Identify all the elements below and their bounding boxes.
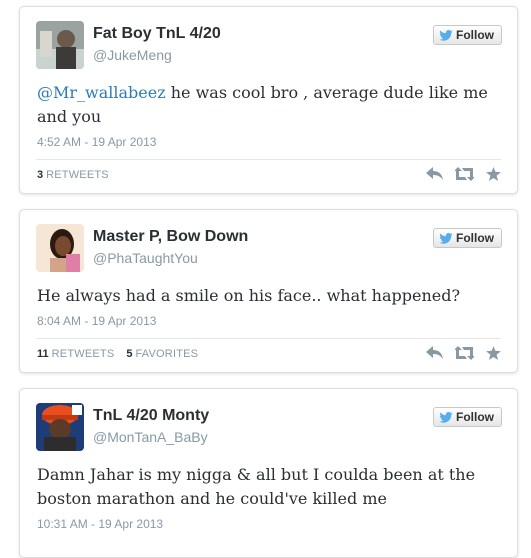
tweet-card: Master P, Bow Down @PhaTaughtYou Follow … [19, 209, 518, 373]
follow-button[interactable]: Follow [433, 407, 502, 427]
display-name[interactable]: TnL 4/20 Monty [93, 407, 209, 425]
follow-label: Follow [456, 28, 494, 42]
twitter-bird-icon [439, 411, 453, 423]
tweet-card: Fat Boy TnL 4/20 @JukeMeng Follow @Mr_wa… [19, 6, 518, 194]
tweet-card: TnL 4/20 Monty @MonTanA_BaBy Follow Damn… [19, 388, 518, 558]
username[interactable]: @PhaTaughtYou [93, 250, 198, 266]
retweets-stat[interactable]: 3 RETWEETS [37, 169, 109, 181]
timestamp[interactable]: 10:31 AM - 19 Apr 2013 [37, 517, 163, 531]
divider [36, 159, 501, 160]
mention-link[interactable]: @Mr_wallabeez [37, 83, 166, 102]
retweet-icon[interactable] [455, 346, 474, 360]
twitter-bird-icon [439, 29, 453, 41]
tweet-stats: 3 RETWEETS [37, 169, 109, 181]
display-name[interactable]: Fat Boy TnL 4/20 [93, 25, 221, 43]
follow-label: Follow [456, 231, 494, 245]
divider [36, 338, 501, 339]
tweet-text: Damn Jahar is my nigga & all but I could… [37, 465, 476, 508]
favorite-star-icon[interactable] [486, 167, 501, 181]
follow-button[interactable]: Follow [433, 228, 502, 248]
retweet-icon[interactable] [455, 167, 474, 181]
tweet-text: @Mr_wallabeez he was cool bro , average … [37, 81, 501, 129]
tweet-actions [426, 346, 501, 360]
tweet-text: He always had a smile on his face.. what… [37, 286, 461, 305]
follow-label: Follow [456, 410, 494, 424]
retweets-stat[interactable]: 11 RETWEETS [37, 348, 114, 360]
timestamp[interactable]: 4:52 AM - 19 Apr 2013 [37, 135, 156, 149]
twitter-bird-icon [439, 232, 453, 244]
favorites-stat[interactable]: 5 FAVORITES [126, 348, 198, 360]
avatar[interactable] [36, 224, 84, 272]
avatar[interactable] [36, 403, 84, 451]
username[interactable]: @JukeMeng [93, 47, 172, 63]
display-name[interactable]: Master P, Bow Down [93, 228, 248, 246]
reply-icon[interactable] [426, 346, 443, 360]
tweet-stats: 11 RETWEETS 5 FAVORITES [37, 348, 198, 360]
avatar[interactable] [36, 21, 84, 69]
timestamp[interactable]: 8:04 AM - 19 Apr 2013 [37, 314, 156, 328]
follow-button[interactable]: Follow [433, 25, 502, 45]
favorite-star-icon[interactable] [486, 346, 501, 360]
tweet-actions [426, 167, 501, 181]
username[interactable]: @MonTanA_BaBy [93, 429, 208, 445]
reply-icon[interactable] [426, 167, 443, 181]
